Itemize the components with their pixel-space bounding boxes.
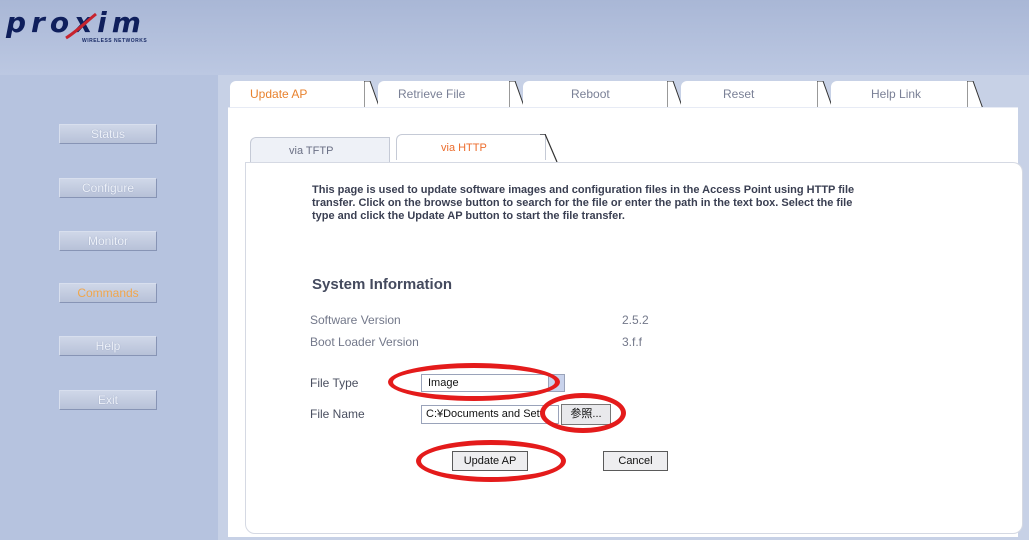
tab-reboot-label: Reboot: [571, 87, 610, 101]
update-ap-button[interactable]: Update AP: [452, 451, 528, 471]
file-type-label: File Type: [310, 376, 359, 390]
boot-loader-version-label: Boot Loader Version: [310, 335, 419, 349]
nav-commands-button[interactable]: Commands: [59, 283, 157, 303]
sidebar-nav: Status Configure Monitor Commands Help E…: [0, 75, 218, 540]
subtab-via-http-label: via HTTP: [441, 142, 487, 154]
subtab-via-tftp-label: via TFTP: [289, 145, 334, 157]
header: proxim WIRELESS NETWORKS: [0, 0, 1029, 75]
subtab-via-http[interactable]: via HTTP: [396, 134, 546, 160]
browse-button[interactable]: 参照...: [561, 404, 611, 425]
logo-subtitle: WIRELESS NETWORKS: [82, 38, 148, 44]
file-name-label: File Name: [310, 407, 365, 421]
section-title: System Information: [312, 276, 453, 293]
tab-retrieve-file-label: Retrieve File: [398, 87, 466, 101]
cancel-button[interactable]: Cancel: [603, 451, 668, 471]
nav-monitor-button[interactable]: Monitor: [59, 231, 157, 251]
nav-help-button[interactable]: Help: [59, 336, 157, 356]
subtab-via-tftp[interactable]: via TFTP: [250, 137, 390, 163]
proxim-logo: proxim WIRELESS NETWORKS: [4, 6, 194, 46]
tab-reset-label: Reset: [723, 87, 755, 101]
nav-configure-button[interactable]: Configure: [59, 178, 157, 198]
page-description: This page is used to update software ima…: [312, 184, 855, 222]
nav-exit-button[interactable]: Exit: [59, 390, 157, 410]
chevron-down-icon: [548, 375, 564, 391]
file-name-input[interactable]: C:¥Documents and Setti: [421, 405, 559, 424]
subtab-divider-icon: [540, 134, 558, 163]
page: proxim WIRELESS NETWORKS Status Configur…: [0, 0, 1029, 540]
software-version-label: Software Version: [310, 313, 401, 327]
file-type-select[interactable]: Image: [421, 374, 565, 392]
tab-help-link-label: Help Link: [871, 87, 922, 101]
file-type-value: Image: [428, 377, 459, 389]
nav-status-button[interactable]: Status: [59, 124, 157, 144]
software-version-value: 2.5.2: [622, 313, 649, 327]
tab-update-ap-label: Update AP: [250, 87, 308, 101]
boot-loader-version-value: 3.f.f: [622, 335, 643, 349]
